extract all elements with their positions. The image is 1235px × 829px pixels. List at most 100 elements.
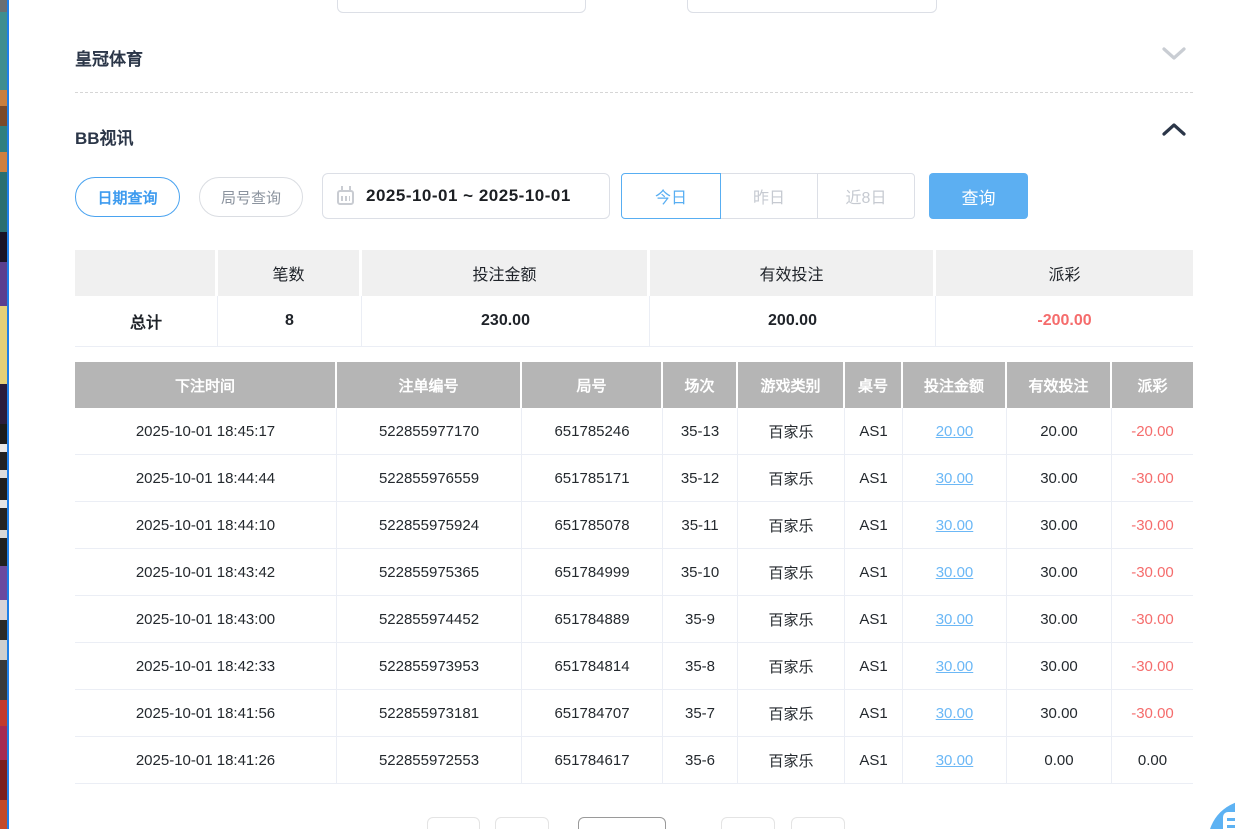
table-row: 2025-10-01 18:41:56522855973181651784707… [75,690,1193,737]
last-8-days-button[interactable]: 近8日 [817,173,915,219]
pagination-next-button[interactable] [721,817,775,829]
bet-time-cell: 2025-10-01 18:43:00 [75,596,337,642]
header-round-id: 局号 [522,362,663,408]
game-type-cell: 百家乐 [738,596,845,642]
valid-bet-cell: 20.00 [1007,408,1112,454]
header-game-type: 游戏类别 [738,362,845,408]
summary-header-payout: 派彩 [936,250,1193,296]
date-query-tab[interactable]: 日期查询 [75,177,180,217]
header-order-id: 注单编号 [337,362,522,408]
summary-header-valid-bet: 有效投注 [650,250,936,296]
bet-time-cell: 2025-10-01 18:44:44 [75,455,337,501]
chevron-up-icon[interactable] [1162,122,1186,137]
session-cell: 35-8 [663,643,738,689]
round-id-cell: 651784617 [522,737,663,783]
bet-records-table: 下注时间 注单编号 局号 场次 游戏类别 桌号 投注金额 有效投注 派彩 202… [75,362,1193,784]
session-cell: 35-10 [663,549,738,595]
pagination-first-button[interactable] [427,817,480,829]
bet-amount-link[interactable]: 30.00 [936,470,974,487]
date-range-picker[interactable]: 2025-10-01 ~ 2025-10-01 [322,173,610,219]
filter-input-2[interactable] [687,0,937,13]
bet-amount-cell: 30.00 [903,502,1007,548]
header-table-id: 桌号 [845,362,903,408]
game-type-cell: 百家乐 [738,502,845,548]
game-type-cell: 百家乐 [738,737,845,783]
bet-amount-link[interactable]: 30.00 [936,564,974,581]
payout-cell: -30.00 [1112,643,1193,689]
table-id-cell: AS1 [845,643,903,689]
payout-cell: 0.00 [1112,737,1193,783]
summary-bet-amount-value: 230.00 [362,296,650,346]
bet-amount-cell: 30.00 [903,455,1007,501]
bet-amount-cell: 20.00 [903,408,1007,454]
summary-header-bet-amount: 投注金额 [362,250,650,296]
pagination-last-button[interactable] [791,817,845,829]
game-type-cell: 百家乐 [738,690,845,736]
payout-cell: -30.00 [1112,502,1193,548]
bet-amount-link[interactable]: 30.00 [936,658,974,675]
header-bet-time: 下注时间 [75,362,337,408]
round-id-cell: 651784707 [522,690,663,736]
bet-amount-link[interactable]: 30.00 [936,611,974,628]
service-icon [1223,812,1235,829]
round-id-cell: 651785246 [522,408,663,454]
pagination-page-box[interactable] [578,817,666,829]
floating-service-button[interactable] [1208,800,1235,829]
table-row: 2025-10-01 18:45:17522855977170651785246… [75,408,1193,455]
payout-cell: -30.00 [1112,455,1193,501]
table-row: 2025-10-01 18:44:10522855975924651785078… [75,502,1193,549]
bet-time-cell: 2025-10-01 18:43:42 [75,549,337,595]
session-cell: 35-11 [663,502,738,548]
payout-cell: -30.00 [1112,690,1193,736]
summary-header-count: 笔数 [218,250,362,296]
pagination-prev-button[interactable] [495,817,549,829]
session-cell: 35-13 [663,408,738,454]
order-id-cell: 522855975924 [337,502,522,548]
summary-valid-bet-value: 200.00 [650,296,936,346]
bet-amount-link[interactable]: 30.00 [936,517,974,534]
valid-bet-cell: 0.00 [1007,737,1112,783]
round-id-cell: 651784814 [522,643,663,689]
summary-header-blank [75,250,218,296]
chevron-down-icon[interactable] [1162,46,1186,61]
payout-cell: -30.00 [1112,549,1193,595]
bet-amount-link[interactable]: 30.00 [936,705,974,722]
search-button[interactable]: 查询 [929,173,1028,219]
header-valid-bet: 有效投注 [1007,362,1112,408]
bet-time-cell: 2025-10-01 18:41:56 [75,690,337,736]
order-id-cell: 522855973181 [337,690,522,736]
today-button[interactable]: 今日 [621,173,721,219]
bet-amount-cell: 30.00 [903,690,1007,736]
section-title-bb-video: BB视讯 [75,124,134,149]
round-query-tab[interactable]: 局号查询 [199,177,303,217]
order-id-cell: 522855975365 [337,549,522,595]
table-id-cell: AS1 [845,549,903,595]
table-id-cell: AS1 [845,737,903,783]
payout-cell: -30.00 [1112,596,1193,642]
game-type-cell: 百家乐 [738,455,845,501]
bet-table-body: 2025-10-01 18:45:17522855977170651785246… [75,408,1193,784]
table-id-cell: AS1 [845,455,903,501]
filter-input-1[interactable] [337,0,586,13]
valid-bet-cell: 30.00 [1007,596,1112,642]
section-title-crown-sports: 皇冠体育 [75,45,143,70]
bet-time-cell: 2025-10-01 18:42:33 [75,643,337,689]
bet-time-cell: 2025-10-01 18:44:10 [75,502,337,548]
table-id-cell: AS1 [845,690,903,736]
valid-bet-cell: 30.00 [1007,502,1112,548]
session-cell: 35-9 [663,596,738,642]
header-bet-amount: 投注金额 [903,362,1007,408]
bet-amount-link[interactable]: 20.00 [936,423,974,440]
order-id-cell: 522855977170 [337,408,522,454]
bet-time-cell: 2025-10-01 18:45:17 [75,408,337,454]
yesterday-button[interactable]: 昨日 [720,173,818,219]
round-id-cell: 651784889 [522,596,663,642]
header-session: 场次 [663,362,738,408]
table-id-cell: AS1 [845,502,903,548]
session-cell: 35-7 [663,690,738,736]
session-cell: 35-6 [663,737,738,783]
bet-amount-link[interactable]: 30.00 [936,752,974,769]
summary-total-label: 总计 [75,296,218,346]
table-row: 2025-10-01 18:43:42522855975365651784999… [75,549,1193,596]
bet-amount-cell: 30.00 [903,737,1007,783]
